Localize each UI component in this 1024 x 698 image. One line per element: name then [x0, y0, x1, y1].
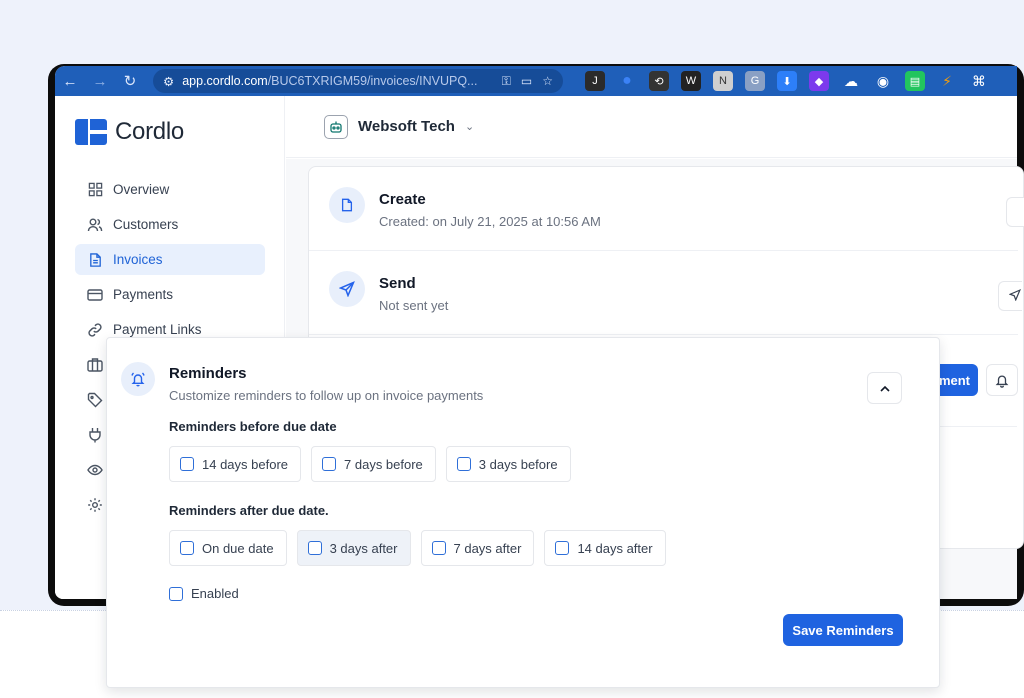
extension-icon[interactable]: ▤ [905, 71, 925, 91]
option-label: 3 days after [329, 540, 398, 556]
sidebar-item-label: Payment Links [113, 322, 202, 337]
tag-icon [87, 392, 103, 408]
option-label: 14 days after [577, 540, 653, 556]
checkbox[interactable] [180, 541, 194, 555]
sidebar-item-customers[interactable]: Customers [75, 209, 265, 240]
step-create: Create Created: on July 21, 2025 at 10:5… [309, 167, 1024, 251]
org-switcher[interactable]: Websoft Tech [358, 118, 455, 135]
option-label: 14 days before [202, 456, 289, 472]
link-icon [87, 322, 103, 338]
option-3-days-before[interactable]: 3 days before [445, 446, 571, 482]
checkbox[interactable] [456, 457, 471, 471]
extension-icon[interactable]: ⟲ [649, 71, 669, 91]
send-icon [329, 271, 365, 307]
checkbox[interactable] [307, 541, 322, 555]
site-settings-icon[interactable]: ⚙ [163, 74, 174, 89]
download-icon[interactable]: ⬇ [777, 71, 797, 91]
option-7-days-before[interactable]: 7 days before [311, 446, 436, 482]
checkbox[interactable] [322, 457, 337, 471]
extension-icon[interactable]: J [585, 71, 605, 91]
option-14-days-before[interactable]: 14 days before [169, 446, 302, 482]
document-icon [87, 252, 103, 268]
sidebar-item-overview[interactable]: Overview [75, 174, 265, 205]
extension-icon[interactable]: ◉ [873, 71, 893, 91]
brand-logo[interactable]: Cordlo [75, 118, 184, 146]
extension-icon[interactable]: N [713, 71, 733, 91]
browser-toolbar: ← → ↻ ⚙ app.cordlo.com/BUC6TXRIGM59/invo… [55, 66, 1017, 96]
sidebar-item-label: Overview [113, 182, 170, 197]
option-14-days-after[interactable]: 14 days after [544, 530, 666, 566]
back-arrow-icon[interactable]: ← [55, 73, 85, 90]
collapse-button[interactable] [867, 372, 902, 404]
reminders-title: Reminders [169, 365, 247, 382]
extension-icon[interactable]: ● [617, 71, 637, 91]
option-on-due-date[interactable]: On due date [169, 530, 287, 566]
send-action-button[interactable] [998, 281, 1022, 311]
eye-icon [87, 462, 103, 478]
extension-icon[interactable]: G [745, 71, 765, 91]
top-header: Websoft Tech ⌄ [286, 96, 1017, 158]
before-due-options: 14 days before 7 days before 3 days befo… [169, 446, 571, 482]
extension-icon[interactable]: ◆ [809, 71, 829, 91]
option-3-days-after[interactable]: 3 days after [296, 530, 411, 566]
chevron-down-icon[interactable]: ⌄ [465, 120, 474, 133]
grid-icon [87, 182, 103, 198]
reload-icon[interactable]: ↻ [115, 72, 145, 90]
step-title: Send [379, 275, 416, 292]
checkbox[interactable] [180, 457, 194, 471]
sidebar-item-label: Customers [113, 217, 179, 232]
gear-icon [87, 497, 103, 513]
forward-arrow-icon[interactable]: → [85, 73, 115, 90]
document-icon [329, 187, 365, 223]
sidebar-item-label: Invoices [113, 252, 163, 267]
star-icon[interactable]: ☆ [542, 74, 553, 89]
step-subtitle: Created: on July 21, 2025 at 10:56 AM [379, 214, 601, 229]
checkbox[interactable] [555, 541, 570, 555]
enabled-label: Enabled [191, 586, 239, 601]
extension-icon[interactable]: W [681, 71, 701, 91]
puzzle-icon[interactable]: ⌘ [969, 71, 989, 91]
checkbox[interactable] [431, 541, 446, 555]
option-label: 3 days before [478, 456, 558, 472]
cast-icon[interactable]: ▭ [521, 74, 532, 89]
sidebar-item-label: Payments [113, 287, 174, 302]
plug-icon [87, 427, 103, 443]
sidebar-item-payments[interactable]: Payments [75, 279, 265, 310]
option-label: 7 days after [453, 540, 522, 556]
bell-icon[interactable] [986, 364, 1018, 396]
after-due-label: Reminders after due date. [169, 503, 329, 518]
step-subtitle: Not sent yet [379, 298, 449, 313]
option-7-days-after[interactable]: 7 days after [420, 530, 535, 566]
extension-icon[interactable]: ☁ [841, 71, 861, 91]
org-avatar [324, 114, 348, 139]
extensions-row: J ● ⟲ W N G ⬇ ◆ ☁ ◉ ▤ ⚡ ⌘ [585, 71, 989, 91]
step-action-button[interactable] [1006, 197, 1024, 227]
briefcase-icon [87, 357, 103, 373]
option-label: On due date [202, 540, 274, 556]
extension-icon[interactable]: ⚡ [937, 71, 957, 91]
reminders-subtitle: Customize reminders to follow up on invo… [169, 388, 484, 403]
brand-name: Cordlo [115, 118, 184, 145]
divider [940, 426, 1017, 427]
step-send: Send Not sent yet [309, 251, 1022, 335]
option-label: 7 days before [344, 456, 423, 472]
key-icon[interactable]: ⚿ [502, 74, 511, 89]
enabled-toggle[interactable]: Enabled [169, 586, 239, 601]
reminders-panel: Reminders Customize reminders to follow … [106, 337, 940, 688]
save-reminders-button[interactable]: Save Reminders [783, 614, 903, 646]
users-icon [87, 217, 103, 233]
sidebar-item-invoices[interactable]: Invoices [75, 244, 265, 275]
logo-mark-icon [75, 119, 107, 145]
after-due-options: On due date 3 days after 7 days after 14… [169, 530, 666, 566]
before-due-label: Reminders before due date [169, 419, 337, 434]
checkbox[interactable] [169, 586, 183, 601]
address-bar[interactable]: ⚙ app.cordlo.com/BUC6TXRIGM59/invoices/I… [153, 69, 563, 93]
card-icon [87, 287, 103, 303]
step-title: Create [379, 191, 426, 208]
bell-ringing-icon [121, 362, 155, 396]
url-text: app.cordlo.com/BUC6TXRIGM59/invoices/INV… [182, 74, 478, 88]
